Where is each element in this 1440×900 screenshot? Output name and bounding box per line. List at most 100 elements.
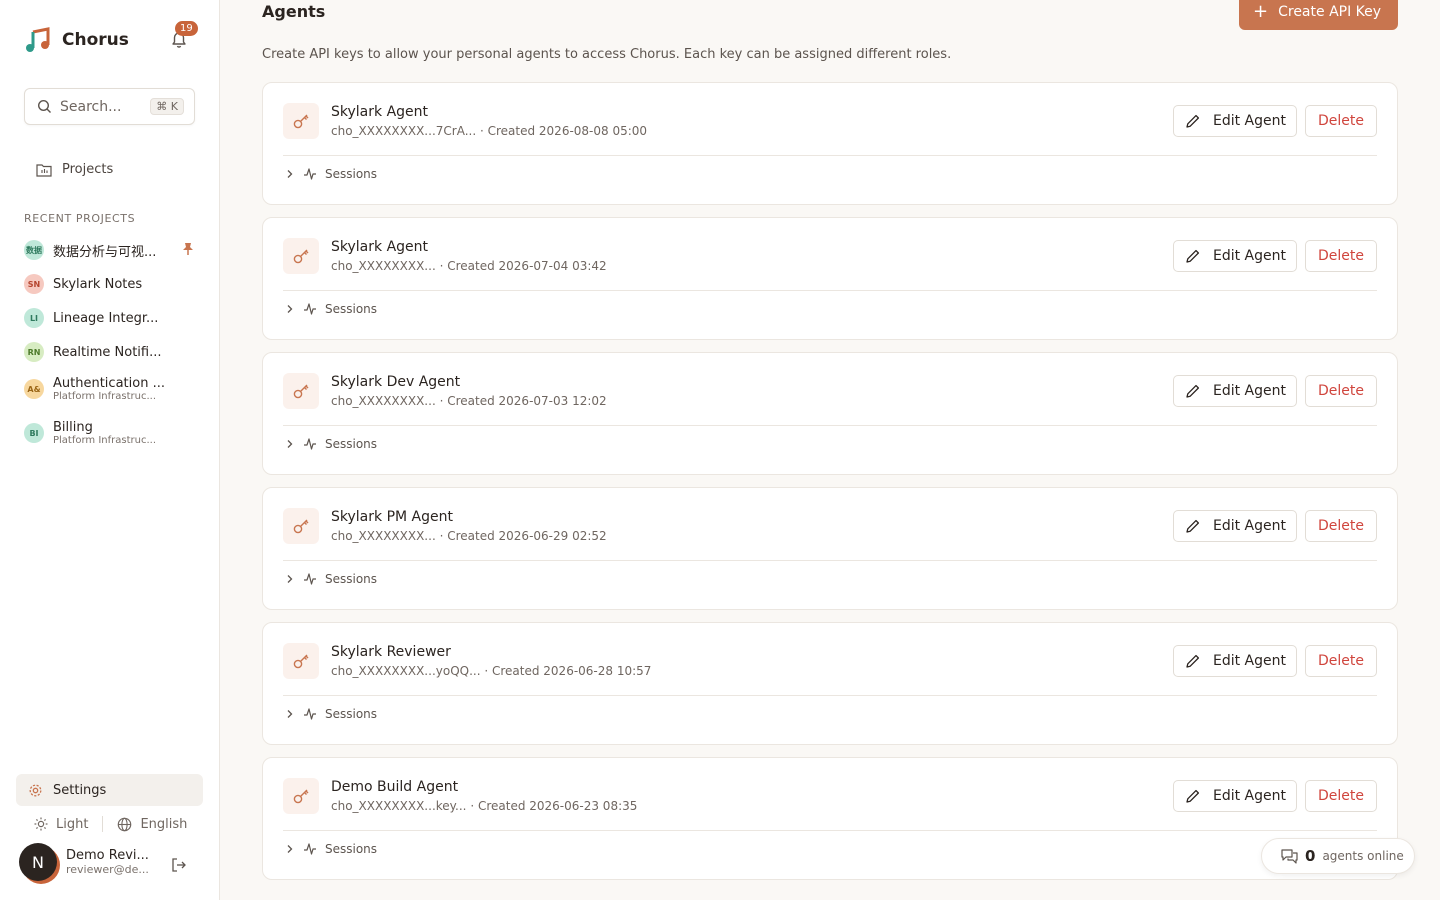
delete-label: Delete xyxy=(1318,518,1364,534)
sessions-toggle[interactable]: Sessions xyxy=(285,707,377,721)
project-avatar: A& xyxy=(24,379,44,399)
agent-key: cho_XXXXXXXX... xyxy=(331,259,436,273)
agent-key: cho_XXXXXXXX...yoQQ... xyxy=(331,664,481,678)
pencil-icon xyxy=(1186,519,1200,533)
activity-icon xyxy=(304,303,316,315)
agent-name: Skylark Reviewer xyxy=(331,644,451,660)
agent-card-header: Skylark Agent cho_XXXXXXXX...7CrA... · C… xyxy=(283,103,1377,156)
agent-key: cho_XXXXXXXX... xyxy=(331,529,436,543)
agent-created: Created 2026-07-04 03:42 xyxy=(447,259,607,273)
recent-project-item[interactable]: BI Billing Platform Infrastruc... xyxy=(24,416,200,450)
project-subtitle: Platform Infrastruc... xyxy=(53,435,157,446)
sun-icon xyxy=(34,817,48,831)
edit-agent-button[interactable]: Edit Agent xyxy=(1173,510,1297,542)
sidebar-item-settings[interactable]: Settings xyxy=(16,774,203,806)
project-title: 数据分析与可视... xyxy=(53,244,157,260)
project-avatar: SN xyxy=(24,274,44,294)
agent-card: Skylark Agent cho_XXXXXXXX...7CrA... · C… xyxy=(262,82,1398,205)
recent-project-item[interactable]: 数据 数据分析与可视... xyxy=(24,238,200,262)
agent-list: Skylark Agent cho_XXXXXXXX...7CrA... · C… xyxy=(262,82,1398,892)
key-icon-box xyxy=(283,373,319,409)
sessions-toggle[interactable]: Sessions xyxy=(285,437,377,451)
agent-name: Skylark Agent xyxy=(331,104,429,120)
chevron-right-icon xyxy=(287,305,293,313)
page-subtitle: Create API keys to allow your personal a… xyxy=(262,47,952,62)
project-title: Lineage Integr... xyxy=(53,310,159,326)
agents-online-indicator[interactable]: 0 agents online xyxy=(1261,838,1415,874)
delete-button[interactable]: Delete xyxy=(1305,510,1377,542)
sessions-label: Sessions xyxy=(325,167,378,181)
notification-badge: 19 xyxy=(175,21,198,36)
sessions-label: Sessions xyxy=(325,572,378,586)
sessions-toggle[interactable]: Sessions xyxy=(285,572,377,586)
logout-icon[interactable] xyxy=(171,857,187,873)
agent-created: Created 2026-06-23 08:35 xyxy=(477,799,638,813)
search-icon xyxy=(37,99,51,113)
pencil-icon xyxy=(1186,249,1200,263)
globe-icon xyxy=(118,817,132,831)
agent-card: Skylark Dev Agent cho_XXXXXXXX... · Crea… xyxy=(262,352,1398,475)
delete-button[interactable]: Delete xyxy=(1305,780,1377,812)
search-input[interactable]: Search... ⌘ K xyxy=(24,88,195,125)
key-icon xyxy=(293,114,309,129)
pencil-icon xyxy=(1186,654,1200,668)
chat-icon xyxy=(1281,848,1298,864)
sessions-toggle[interactable]: Sessions xyxy=(285,842,377,856)
key-icon xyxy=(293,654,309,669)
user-profile[interactable]: N Demo Revi... reviewer@de... xyxy=(19,843,149,881)
sessions-toggle[interactable]: Sessions xyxy=(285,167,377,181)
delete-button[interactable]: Delete xyxy=(1305,375,1377,407)
agent-card-header: Demo Build Agent cho_XXXXXXXX...key... ·… xyxy=(283,778,1377,831)
preferences-row: Light English xyxy=(34,816,187,832)
music-note-logo-icon xyxy=(26,27,50,52)
agent-created: Created 2026-07-03 12:02 xyxy=(447,394,607,408)
agent-meta: cho_XXXXXXXX...7CrA... · Created 2026-08… xyxy=(331,124,648,138)
delete-label: Delete xyxy=(1318,248,1364,264)
theme-toggle[interactable]: Light xyxy=(56,817,88,832)
app-name: Chorus xyxy=(62,30,129,50)
agent-meta: cho_XXXXXXXX... · Created 2026-07-04 03:… xyxy=(331,259,607,273)
sessions-toggle[interactable]: Sessions xyxy=(285,302,377,316)
avatar: N xyxy=(19,843,57,881)
folder-icon xyxy=(36,163,52,177)
key-icon-box xyxy=(283,238,319,274)
gear-icon xyxy=(29,784,42,796)
recent-project-item[interactable]: SN Skylark Notes xyxy=(24,272,200,296)
recent-project-item[interactable]: A& Authentication ... Platform Infrastru… xyxy=(24,372,200,406)
sessions-label: Sessions xyxy=(325,302,378,316)
edit-agent-button[interactable]: Edit Agent xyxy=(1173,105,1297,137)
agent-meta: cho_XXXXXXXX...yoQQ... · Created 2026-06… xyxy=(331,664,652,678)
language-selector[interactable]: English xyxy=(140,817,187,832)
recent-project-item[interactable]: LI Lineage Integr... xyxy=(24,306,200,330)
edit-agent-button[interactable]: Edit Agent xyxy=(1173,375,1297,407)
agent-card-header: Skylark Dev Agent cho_XXXXXXXX... · Crea… xyxy=(283,373,1377,426)
agent-card-header: Skylark Reviewer cho_XXXXXXXX...yoQQ... … xyxy=(283,643,1377,696)
recent-project-item[interactable]: RN Realtime Notifi... xyxy=(24,340,200,364)
agent-key: cho_XXXXXXXX... xyxy=(331,394,436,408)
delete-button[interactable]: Delete xyxy=(1305,240,1377,272)
activity-icon xyxy=(304,438,316,450)
pin-icon[interactable] xyxy=(182,242,194,256)
delete-label: Delete xyxy=(1318,383,1364,399)
divider xyxy=(102,816,104,832)
delete-label: Delete xyxy=(1318,653,1364,669)
recent-projects-heading: RECENT PROJECTS xyxy=(24,212,136,225)
key-icon-box xyxy=(283,508,319,544)
brand[interactable]: Chorus xyxy=(24,26,129,54)
delete-button[interactable]: Delete xyxy=(1305,645,1377,677)
create-api-key-button[interactable]: + Create API Key xyxy=(1239,0,1398,30)
key-icon-box xyxy=(283,778,319,814)
edit-agent-button[interactable]: Edit Agent xyxy=(1173,240,1297,272)
project-title: Skylark Notes xyxy=(53,276,143,292)
sidebar-item-projects[interactable]: Projects xyxy=(36,162,113,177)
agent-card-header: Skylark Agent cho_XXXXXXXX... · Created … xyxy=(283,238,1377,291)
project-avatar: LI xyxy=(24,308,44,328)
agent-name: Skylark Dev Agent xyxy=(331,374,461,390)
delete-button[interactable]: Delete xyxy=(1305,105,1377,137)
edit-agent-label: Edit Agent xyxy=(1213,653,1287,669)
activity-icon xyxy=(304,573,316,585)
project-subtitle: Platform Infrastruc... xyxy=(53,391,157,402)
edit-agent-button[interactable]: Edit Agent xyxy=(1173,645,1297,677)
edit-agent-button[interactable]: Edit Agent xyxy=(1173,780,1297,812)
project-avatar: 数据 xyxy=(24,240,44,260)
